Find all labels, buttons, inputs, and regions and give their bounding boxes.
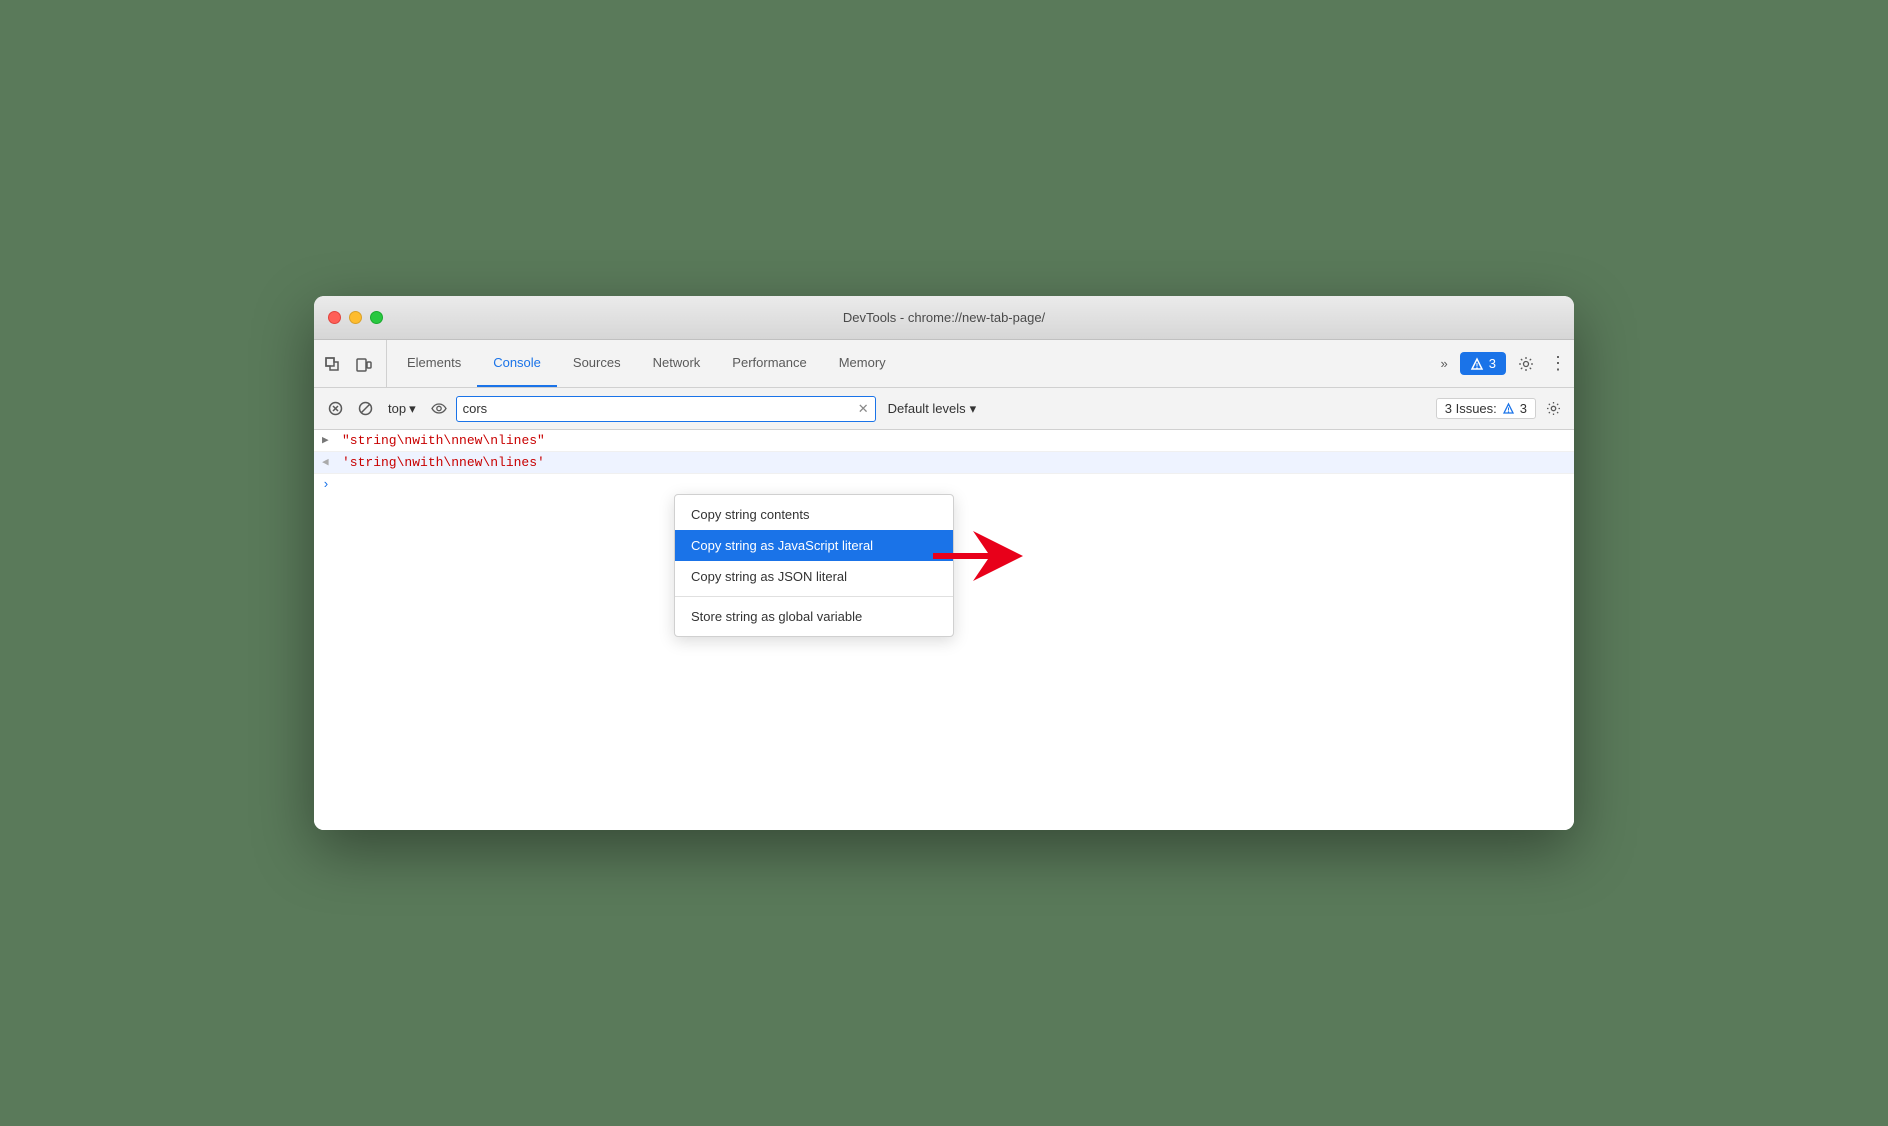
tabs: Elements Console Sources Network Perform… bbox=[391, 340, 1427, 387]
store-global-variable-item[interactable]: Store string as global variable bbox=[675, 601, 953, 632]
traffic-lights bbox=[328, 311, 383, 324]
log-levels-selector[interactable]: Default levels ▾ bbox=[880, 399, 985, 419]
filter-search-box[interactable]: ✕ bbox=[456, 396, 876, 422]
console-content: "string\nwith\nnew\nlines" 'string\nwith… bbox=[314, 430, 1574, 830]
tab-bar-right: » 3 ⋮ bbox=[1427, 340, 1570, 387]
console-settings-icon[interactable] bbox=[1540, 396, 1566, 422]
context-menu: Copy string contents Copy string as Java… bbox=[674, 494, 954, 637]
issues-counter-button[interactable]: 3 Issues: 3 bbox=[1436, 398, 1536, 419]
tab-performance[interactable]: Performance bbox=[716, 340, 822, 387]
tab-elements[interactable]: Elements bbox=[391, 340, 477, 387]
clear-console-icon[interactable] bbox=[322, 396, 348, 422]
devtools-window: DevTools - chrome://new-tab-page/ bbox=[314, 296, 1574, 830]
copy-json-literal-item[interactable]: Copy string as JSON literal bbox=[675, 561, 953, 592]
context-selector[interactable]: top ▾ bbox=[382, 399, 422, 419]
inspector-icon[interactable] bbox=[318, 350, 346, 378]
copy-js-literal-item[interactable]: Copy string as JavaScript literal bbox=[675, 530, 953, 561]
copy-string-contents-item[interactable]: Copy string contents bbox=[675, 499, 953, 530]
settings-gear-icon[interactable] bbox=[1512, 350, 1540, 378]
device-toggle-icon[interactable] bbox=[350, 350, 378, 378]
context-menu-divider bbox=[675, 596, 953, 597]
window-title: DevTools - chrome://new-tab-page/ bbox=[843, 310, 1045, 325]
minimize-button[interactable] bbox=[349, 311, 362, 324]
block-icon[interactable] bbox=[352, 396, 378, 422]
issues-badge[interactable]: 3 bbox=[1460, 352, 1506, 375]
tab-bar-left-icons bbox=[318, 340, 387, 387]
clear-search-icon[interactable]: ✕ bbox=[858, 401, 869, 417]
output-value-1: "string\nwith\nnew\nlines" bbox=[342, 433, 545, 448]
console-line-2: 'string\nwith\nnew\nlines' Copy string c… bbox=[314, 452, 1574, 474]
input-value-2: 'string\nwith\nnew\nlines' bbox=[342, 455, 545, 470]
live-expressions-icon[interactable] bbox=[426, 396, 452, 422]
tab-sources[interactable]: Sources bbox=[557, 340, 637, 387]
expand-arrow[interactable] bbox=[322, 433, 334, 447]
console-toolbar: top ▾ ✕ Default levels ▾ 3 Issues: bbox=[314, 388, 1574, 430]
filter-input[interactable] bbox=[463, 401, 858, 416]
maximize-button[interactable] bbox=[370, 311, 383, 324]
collapse-arrow[interactable] bbox=[322, 455, 334, 469]
more-tabs-button[interactable]: » bbox=[1435, 350, 1454, 378]
tab-console[interactable]: Console bbox=[477, 340, 557, 387]
tab-network[interactable]: Network bbox=[637, 340, 717, 387]
console-prompt-line: › bbox=[314, 474, 1574, 495]
more-options-icon[interactable]: ⋮ bbox=[1546, 350, 1570, 378]
prompt-icon: › bbox=[322, 477, 330, 492]
tab-bar: Elements Console Sources Network Perform… bbox=[314, 340, 1574, 388]
console-line-1: "string\nwith\nnew\nlines" bbox=[314, 430, 1574, 452]
devtools-container: Elements Console Sources Network Perform… bbox=[314, 340, 1574, 830]
tab-memory[interactable]: Memory bbox=[823, 340, 902, 387]
title-bar: DevTools - chrome://new-tab-page/ bbox=[314, 296, 1574, 340]
close-button[interactable] bbox=[328, 311, 341, 324]
